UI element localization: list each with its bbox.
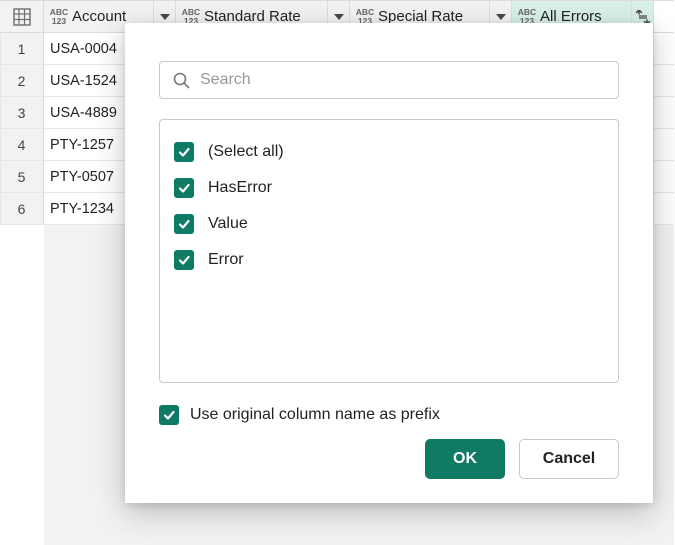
row-number[interactable]: 2	[0, 65, 44, 96]
row-number[interactable]: 1	[0, 33, 44, 64]
list-item-label: HasError	[208, 179, 272, 197]
checkbox-checked[interactable]	[174, 214, 194, 234]
column-fields-list: (Select all) HasError Value Error	[159, 119, 619, 383]
check-icon	[177, 217, 191, 231]
cancel-button[interactable]: Cancel	[519, 439, 619, 479]
checkbox-checked[interactable]	[174, 178, 194, 198]
list-item[interactable]: HasError	[174, 170, 604, 206]
check-icon	[177, 145, 191, 159]
checkbox-checked[interactable]	[174, 250, 194, 270]
prefix-option-label: Use original column name as prefix	[190, 406, 440, 424]
row-number[interactable]: 4	[0, 129, 44, 160]
ok-button[interactable]: OK	[425, 439, 505, 479]
chevron-down-icon	[334, 14, 344, 20]
list-item[interactable]: Error	[174, 242, 604, 278]
check-icon	[162, 408, 176, 422]
expand-icon	[635, 10, 651, 24]
check-icon	[177, 253, 191, 267]
list-item[interactable]: Value	[174, 206, 604, 242]
prefix-option-row[interactable]: Use original column name as prefix	[159, 397, 619, 433]
row-number[interactable]: 3	[0, 97, 44, 128]
list-item-label: Value	[208, 215, 248, 233]
chevron-down-icon	[496, 14, 506, 20]
expand-column-popup: (Select all) HasError Value Error Use or…	[125, 23, 653, 503]
list-item-select-all[interactable]: (Select all)	[174, 134, 604, 170]
list-item-label: Error	[208, 251, 244, 269]
datatype-any-icon: ABC123	[48, 8, 70, 25]
check-icon	[177, 181, 191, 195]
chevron-down-icon	[160, 14, 170, 20]
list-item-label: (Select all)	[208, 143, 284, 161]
search-input[interactable]	[159, 61, 619, 99]
row-number[interactable]: 5	[0, 161, 44, 192]
search-icon	[172, 71, 190, 89]
search-field-wrap	[159, 61, 619, 99]
grid-corner-cell[interactable]	[0, 1, 44, 32]
checkbox-checked[interactable]	[174, 142, 194, 162]
checkbox-checked[interactable]	[159, 405, 179, 425]
row-number[interactable]: 6	[0, 193, 44, 224]
table-icon	[13, 8, 31, 26]
popup-button-row: OK Cancel	[159, 439, 619, 479]
